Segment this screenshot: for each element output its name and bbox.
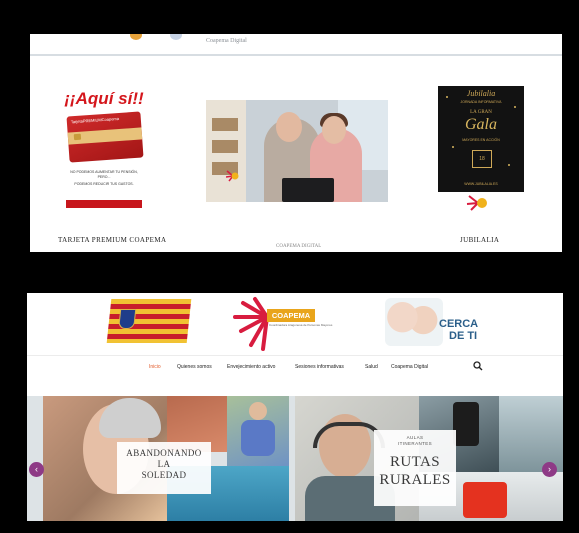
promo-headline: ¡¡Aquí sí!! — [64, 89, 144, 108]
nav-quienes-somos[interactable]: Quienes somos — [177, 364, 212, 370]
poster-line1: LA GRAN — [470, 110, 492, 115]
coapema-logo[interactable]: COAPEMA Coordinadora Aragonesa de Person… — [233, 295, 333, 353]
main-nav: Inicio Quienes somos Envejecimiento acti… — [27, 355, 563, 378]
slide-photo-exercise — [227, 396, 289, 466]
photo-man-head — [276, 112, 302, 142]
card-caption-3[interactable]: JUBILALIA — [460, 236, 499, 244]
seniors-faces-image — [385, 298, 443, 346]
card-name: TarjetaPREMIUMCoapema — [70, 115, 120, 125]
poster-brand: Jubilalia — [466, 89, 496, 98]
slide-photo-room — [499, 396, 563, 472]
premium-card-promo[interactable]: ¡¡Aquí sí!! TarjetaPREMIUMCoapema NO POD… — [60, 86, 148, 210]
logo-fragment — [130, 34, 142, 40]
fine-print-2: PODEMOS REDUCIR TUS GASTOS. — [74, 182, 134, 186]
photo-laptop — [282, 178, 334, 202]
photo-woman-head — [322, 116, 346, 144]
slider-next-arrow-icon[interactable]: › — [542, 462, 557, 477]
nav-coapema-digital[interactable]: Coapema Digital — [391, 364, 428, 370]
cerca-de-ti-banner[interactable]: CERCA DE TI — [385, 296, 485, 348]
poster-subtitle: JORNADA INFORMATIVA — [460, 100, 502, 104]
slide-caption-line: SOLEDAD — [141, 470, 187, 480]
hero-slider: ABANDONANDO LA SOLEDAD AULAS ITINERANTES… — [27, 396, 563, 521]
cerca-line1: CERCA — [439, 318, 479, 330]
poster-date: 18 — [472, 150, 492, 168]
photo-box — [212, 118, 238, 131]
nav-envejecimiento-activo[interactable]: Envejecimiento activo — [227, 364, 275, 370]
top-screenshot: Coapema Digital ¡¡Aquí sí!! TarjetaPREMI… — [30, 34, 562, 252]
poster-line3: MAYORES EN ACCIÓN — [462, 138, 500, 142]
coapema-tagline: Coordinadora Aragonesa de Personas Mayor… — [269, 323, 333, 327]
sparkle-icon — [446, 96, 448, 98]
cerca-line2: DE TI — [449, 330, 478, 342]
top-header: Coapema Digital — [30, 34, 562, 56]
slide-caption-big: RURALES — [379, 472, 451, 488]
poster-url: WWW.JUBILALIA.ES — [464, 182, 498, 186]
flag-shield — [118, 309, 137, 329]
slide-caption-line: ABANDONANDO — [126, 448, 202, 458]
seniors-laptop-photo[interactable] — [206, 100, 388, 202]
card-chip — [73, 133, 82, 141]
card-image: TarjetaPREMIUMCoapema — [66, 111, 144, 163]
poster-line2: Gala — [465, 116, 497, 133]
sparkle-icon — [452, 146, 454, 148]
coapema-name: COAPEMA — [267, 309, 315, 322]
sparkle-icon — [508, 164, 510, 166]
logo-fragment — [170, 34, 182, 40]
fine-print-1: NO PODEMOS AUMENTAR TU PENSIÓN, PERO... — [70, 170, 138, 179]
starburst-icon — [233, 297, 269, 351]
slide-caption-soledad[interactable]: ABANDONANDO LA SOLEDAD — [117, 442, 211, 494]
slider-prev-arrow-icon[interactable]: ‹ — [29, 462, 44, 477]
slide-caption-rutas[interactable]: AULAS ITINERANTES RUTAS RURALES — [374, 430, 456, 506]
search-icon[interactable] — [473, 361, 483, 371]
bottom-screenshot: COAPEMA Coordinadora Aragonesa de Person… — [27, 293, 563, 521]
sparkle-icon — [514, 106, 516, 108]
header-subtitle: Coapema Digital — [206, 38, 247, 44]
slide-caption-small: ITINERANTES — [397, 441, 433, 446]
nav-salud[interactable]: Salud — [365, 364, 378, 370]
nav-inicio[interactable]: Inicio — [149, 364, 161, 370]
card-caption-2[interactable]: COAPEMA DIGITAL — [276, 244, 321, 249]
card-caption-1[interactable]: TARJETA PREMIUM COAPEMA — [58, 236, 166, 244]
slide-caption-line: LA — [157, 459, 171, 469]
promo-red-bar — [66, 200, 142, 208]
jubilalia-gala-poster[interactable]: Jubilalia JORNADA INFORMATIVA LA GRAN Ga… — [438, 86, 524, 192]
coapema-logo-icon — [226, 170, 239, 182]
photo-box — [212, 140, 238, 153]
coapema-logo-icon — [466, 195, 487, 211]
nav-sesiones-informativas[interactable]: Sesiones informativas — [295, 364, 344, 370]
slide-caption-big: RUTAS — [390, 454, 440, 470]
aragon-flag-image — [106, 299, 192, 343]
